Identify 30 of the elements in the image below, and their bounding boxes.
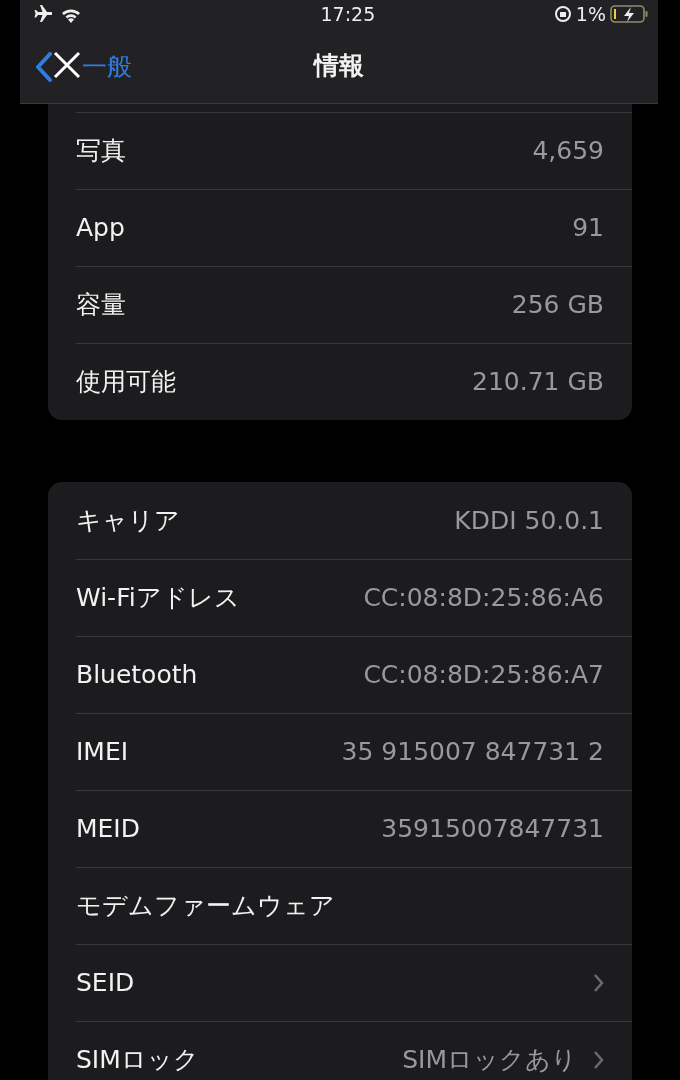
settings-row: MEID 35915007847731: [76, 790, 632, 867]
battery-percent: 1%: [575, 1, 606, 27]
settings-row: モデムファームウェア: [76, 867, 632, 944]
back-chevron-icon: [34, 51, 54, 82]
rotation-lock-icon: [553, 5, 572, 23]
row-value: 256 GB: [511, 289, 604, 322]
settings-row: Wi-Fiアドレス CC:08:8D:25:86:A6: [76, 559, 632, 636]
back-button[interactable]: 一般: [34, 48, 132, 86]
settings-row: 使用可能 210.71 GB: [76, 343, 632, 420]
row-value: 35915007847731: [381, 813, 604, 846]
settings-row: 写真 4,659: [76, 112, 632, 189]
row-value: 35 915007 847731 2: [341, 736, 604, 769]
cross-mark-icon: [52, 50, 82, 80]
row-value: KDDI 50.0.1: [454, 504, 604, 537]
row-value: 91: [572, 212, 604, 245]
row-value: 210.71 GB: [472, 366, 604, 399]
settings-row: キャリア KDDI 50.0.1: [76, 482, 632, 559]
row-value: CC:08:8D:25:86:A7: [363, 659, 604, 692]
row-value: CC:08:8D:25:86:A6: [363, 582, 604, 615]
airplane-icon: [32, 5, 52, 23]
settings-row[interactable]: SIMロック SIMロックあり: [76, 1021, 632, 1080]
status-time: 17:25: [320, 1, 376, 27]
settings-row: App 91: [76, 189, 632, 266]
nav-title: 情報: [314, 49, 364, 82]
settings-row: Bluetooth CC:08:8D:25:86:A7: [76, 636, 632, 713]
settings-row: 容量 256 GB: [76, 266, 632, 343]
settings-row: IMEI 35 915007 847731 2: [76, 713, 632, 790]
row-value: SIMロックあり: [402, 1044, 577, 1077]
row-value: 4,659: [532, 135, 604, 168]
settings-row[interactable]: SEID: [76, 944, 632, 1021]
